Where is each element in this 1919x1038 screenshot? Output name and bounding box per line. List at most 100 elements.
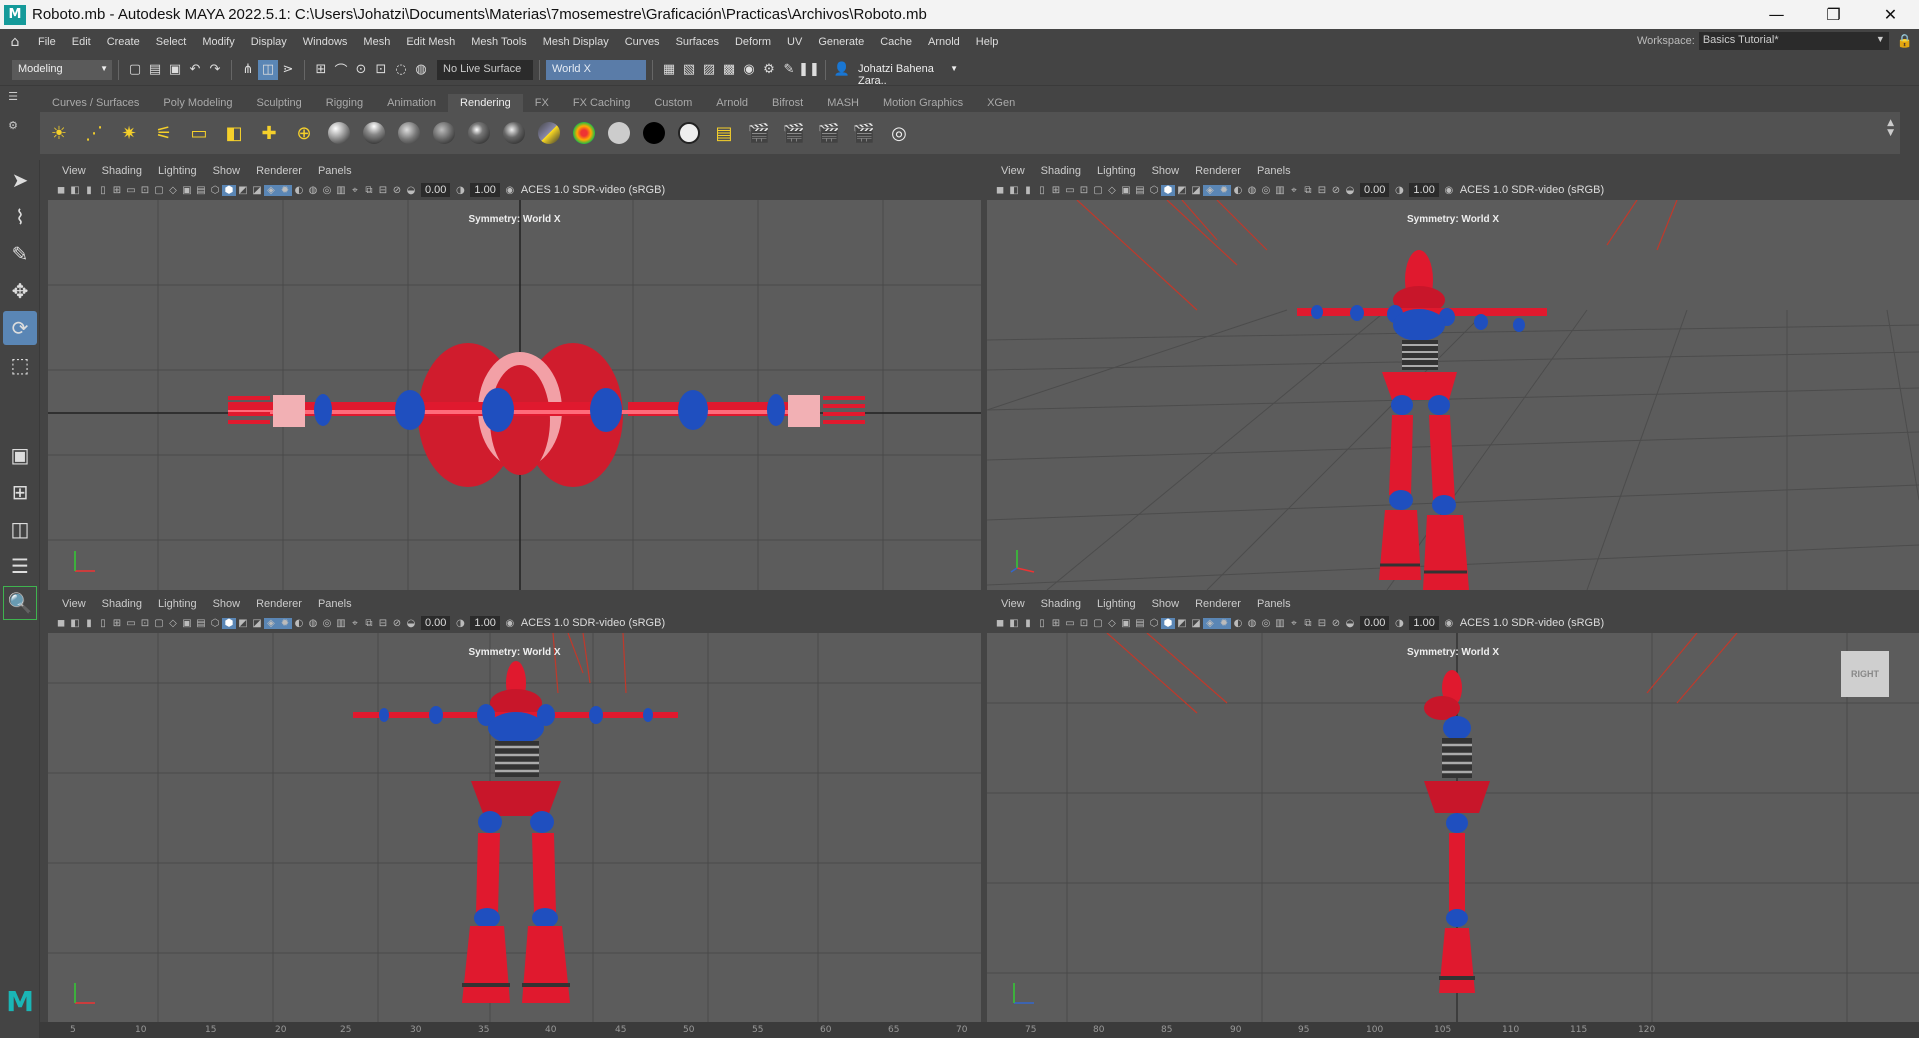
home-icon[interactable]: ⌂ bbox=[0, 34, 30, 50]
snap-surface-icon[interactable]: ◌ bbox=[391, 60, 411, 80]
smooth-shade-icon[interactable]: ⬢ bbox=[222, 184, 236, 196]
viewport-top[interactable]: View Shading Lighting Show Renderer Pane… bbox=[48, 162, 981, 590]
standard-surface-icon[interactable] bbox=[326, 120, 352, 146]
motion-blur-icon[interactable]: ◎ bbox=[320, 185, 334, 196]
viewport-menu-panels[interactable]: Panels bbox=[310, 598, 360, 610]
area-light-icon[interactable]: ▭ bbox=[186, 120, 212, 146]
paint-select-tool-icon[interactable]: ✎ bbox=[3, 237, 37, 271]
viewport-canvas[interactable]: Symmetry: World X bbox=[48, 633, 981, 1022]
color-management-icon[interactable]: ◉ bbox=[503, 618, 517, 629]
camera-attr-icon[interactable]: ◧ bbox=[1007, 618, 1021, 629]
gate-mask-icon[interactable]: ▢ bbox=[1091, 185, 1105, 196]
colorspace-select[interactable]: ACES 1.0 SDR-video (sRGB) bbox=[521, 617, 665, 629]
menu-help[interactable]: Help bbox=[968, 36, 1007, 48]
exposure-field[interactable]: 0.00 bbox=[421, 183, 451, 197]
viewport-menu-lighting[interactable]: Lighting bbox=[1089, 165, 1144, 177]
menu-modify[interactable]: Modify bbox=[194, 36, 242, 48]
screen-space-ao-icon[interactable]: ◍ bbox=[306, 185, 320, 196]
viewport-menu-shading[interactable]: Shading bbox=[1033, 598, 1089, 610]
render-view-icon[interactable]: ▦ bbox=[659, 60, 679, 80]
bookmark-icon[interactable]: ▮ bbox=[1021, 185, 1035, 196]
render-settings-icon[interactable]: ▩ bbox=[719, 60, 739, 80]
field-chart-icon[interactable]: ◇ bbox=[166, 185, 180, 196]
render-sequence-icon[interactable]: 🎬 bbox=[816, 120, 842, 146]
viewport-menu-panels[interactable]: Panels bbox=[1249, 165, 1299, 177]
maximize-button[interactable]: ❐ bbox=[1805, 0, 1862, 29]
color-management-icon[interactable]: ◉ bbox=[1442, 185, 1456, 196]
shelf-tab-rendering[interactable]: Rendering bbox=[448, 94, 523, 112]
shelf-tab-xgen[interactable]: XGen bbox=[975, 94, 1027, 112]
wireframe-icon[interactable]: ⬡ bbox=[208, 618, 222, 629]
wireframe-on-shaded-icon[interactable]: ◪ bbox=[1189, 185, 1203, 196]
textured-icon[interactable]: ◈ bbox=[264, 617, 278, 629]
hypershade-icon[interactable]: ◉ bbox=[739, 60, 759, 80]
pause-icon[interactable]: ❚❚ bbox=[798, 60, 820, 80]
light-editor-icon[interactable]: ✎ bbox=[779, 60, 799, 80]
minimize-button[interactable]: — bbox=[1748, 0, 1805, 29]
select-object-icon[interactable]: ◫ bbox=[258, 59, 278, 80]
grid-icon[interactable]: ⊞ bbox=[1049, 618, 1063, 629]
viewport-menu-view[interactable]: View bbox=[54, 598, 94, 610]
xray-joints-icon[interactable]: ⊘ bbox=[1329, 185, 1343, 196]
antialiasing-icon[interactable]: ▥ bbox=[1273, 185, 1287, 196]
menu-deform[interactable]: Deform bbox=[727, 36, 779, 48]
render-current-icon[interactable]: ▧ bbox=[679, 60, 699, 80]
time-slider[interactable]: 5 10 15 20 25 30 35 40 45 50 55 60 65 70… bbox=[40, 1022, 1919, 1038]
phong-e-icon[interactable] bbox=[466, 120, 492, 146]
wireframe-on-shaded-icon[interactable]: ◪ bbox=[1189, 618, 1203, 629]
xray-joints-icon[interactable]: ⊘ bbox=[1329, 618, 1343, 629]
menu-set-select[interactable]: Modeling bbox=[12, 59, 112, 80]
resolution-gate-icon[interactable]: ⊡ bbox=[138, 185, 152, 196]
viewport-menu-show[interactable]: Show bbox=[1144, 598, 1188, 610]
ambient-light-icon[interactable]: ☀ bbox=[46, 120, 72, 146]
render-target-icon[interactable]: ◎ bbox=[886, 120, 912, 146]
menu-mesh[interactable]: Mesh bbox=[355, 36, 398, 48]
safe-title-icon[interactable]: ▤ bbox=[1133, 185, 1147, 196]
shelf-tab-fx-caching[interactable]: FX Caching bbox=[561, 94, 642, 112]
volume-light-icon[interactable]: ◧ bbox=[221, 120, 247, 146]
camera-icon[interactable]: ◼ bbox=[54, 618, 68, 629]
viewport-menu-view[interactable]: View bbox=[993, 165, 1033, 177]
screen-space-ao-icon[interactable]: ◍ bbox=[1245, 618, 1259, 629]
batch-render-icon[interactable]: 🎬 bbox=[781, 120, 807, 146]
outliner-layout-icon[interactable]: ☰ bbox=[3, 549, 37, 583]
lights-icon[interactable]: ✹ bbox=[1217, 184, 1231, 196]
exposure-icon[interactable]: ◒ bbox=[1343, 618, 1357, 629]
shadows-icon[interactable]: ◐ bbox=[1231, 618, 1245, 629]
shelf-tab-poly-modeling[interactable]: Poly Modeling bbox=[151, 94, 244, 112]
smooth-shade-icon[interactable]: ⬢ bbox=[222, 617, 236, 629]
camera-attr-icon[interactable]: ◧ bbox=[68, 185, 82, 196]
camera-aim-icon[interactable]: ⊕ bbox=[291, 120, 317, 146]
menu-edit-mesh[interactable]: Edit Mesh bbox=[398, 36, 463, 48]
exposure-icon[interactable]: ◒ bbox=[1343, 185, 1357, 196]
viewport-menu-show[interactable]: Show bbox=[205, 598, 249, 610]
motion-blur-icon[interactable]: ◎ bbox=[1259, 618, 1273, 629]
menu-uv[interactable]: UV bbox=[779, 36, 810, 48]
resolution-gate-icon[interactable]: ⊡ bbox=[1077, 618, 1091, 629]
gamma-field[interactable]: 1.00 bbox=[1409, 183, 1439, 197]
bookmark-icon[interactable]: ▮ bbox=[82, 185, 96, 196]
select-tool-icon[interactable]: ➤ bbox=[3, 163, 37, 197]
wireframe-on-shaded-icon[interactable]: ◪ bbox=[250, 185, 264, 196]
menu-mesh-tools[interactable]: Mesh Tools bbox=[463, 36, 534, 48]
ipr-render-icon[interactable]: ▨ bbox=[699, 60, 719, 80]
color-management-icon[interactable]: ◉ bbox=[1442, 618, 1456, 629]
snap-plane-icon[interactable]: ◍ bbox=[411, 60, 431, 80]
camera-attr-icon[interactable]: ◧ bbox=[68, 618, 82, 629]
lights-icon[interactable]: ✹ bbox=[278, 184, 292, 196]
menu-create[interactable]: Create bbox=[99, 36, 148, 48]
menu-cache[interactable]: Cache bbox=[872, 36, 920, 48]
antialiasing-icon[interactable]: ▥ bbox=[1273, 618, 1287, 629]
camera-icon[interactable]: ◼ bbox=[54, 185, 68, 196]
exposure-icon[interactable]: ◒ bbox=[404, 185, 418, 196]
blinn-icon[interactable] bbox=[361, 120, 387, 146]
screen-space-ao-icon[interactable]: ◍ bbox=[1245, 185, 1259, 196]
grid-icon[interactable]: ⊞ bbox=[110, 618, 124, 629]
viewport-menu-shading[interactable]: Shading bbox=[94, 165, 150, 177]
default-material-icon[interactable]: ◩ bbox=[1175, 618, 1189, 629]
film-gate-icon[interactable]: ▭ bbox=[124, 185, 138, 196]
rotate-tool-icon[interactable]: ⟳ bbox=[3, 311, 37, 345]
gamma-field[interactable]: 1.00 bbox=[470, 616, 500, 630]
gate-mask-icon[interactable]: ▢ bbox=[152, 618, 166, 629]
motion-blur-icon[interactable]: ◎ bbox=[1259, 185, 1273, 196]
